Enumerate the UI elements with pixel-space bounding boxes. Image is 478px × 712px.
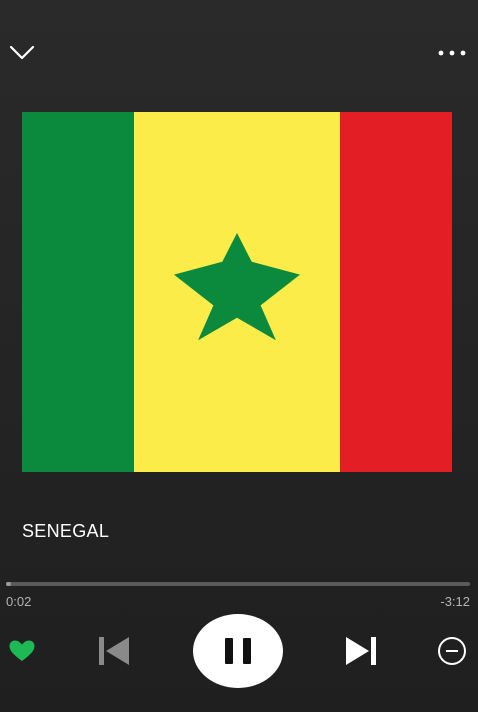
previous-button[interactable] [94,632,134,670]
hide-song-button[interactable] [434,634,470,668]
next-button[interactable] [341,632,381,670]
minus-circle-icon [438,637,466,665]
pause-icon [225,638,251,664]
progress-fill [6,582,11,586]
elapsed-time: 0:02 [6,594,32,609]
remaining-time: -3:12 [440,594,470,609]
skip-next-icon [346,637,376,665]
skip-previous-icon [99,637,129,665]
chevron-down-icon [9,45,35,60]
senegal-flag-image [22,112,452,472]
album-artwork [22,112,452,472]
collapse-button[interactable] [4,36,40,68]
pause-button[interactable] [193,614,283,688]
more-options-button[interactable] [432,38,472,68]
flag-green-band [22,112,136,472]
like-button[interactable] [4,634,40,668]
playback-progress-bar[interactable] [6,582,470,586]
now-playing-screen: SENEGAL 0:02 -3:12 [0,0,478,712]
heart-filled-icon [9,640,35,661]
more-horizontal-icon [438,50,466,56]
track-title: SENEGAL [22,521,110,541]
flag-red-band [340,112,452,472]
